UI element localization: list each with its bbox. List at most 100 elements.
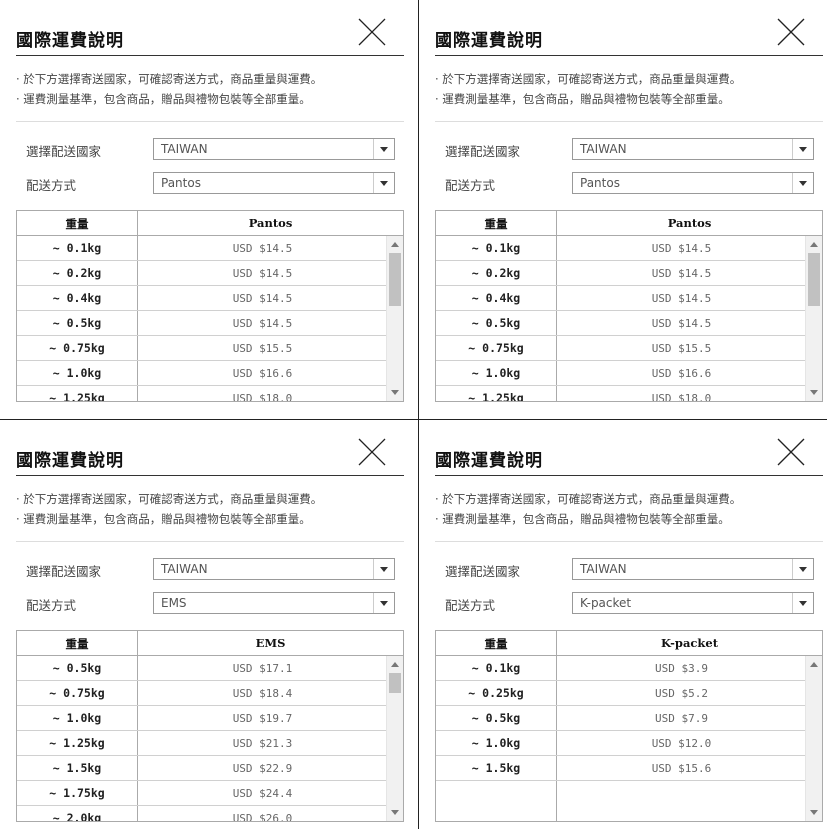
country-select-value: TAIWAN	[161, 562, 208, 576]
note-line: · 於下方選擇寄送國家，可確認寄送方式，商品重量與運費。	[435, 492, 742, 506]
shipping-notes: · 於下方選擇寄送國家，可確認寄送方式，商品重量與運費。 · 運費測量基準，包含…	[435, 489, 741, 529]
title-divider	[16, 475, 404, 476]
rate-table: 重量 EMS ~ 0.5kg USD $17.1 ~ 0.75kg USD $1…	[16, 630, 404, 822]
method-select[interactable]: Pantos	[153, 172, 395, 194]
weight-column-header: 重量	[484, 637, 508, 651]
weight-cell: ~ 0.5kg	[471, 711, 521, 725]
title-divider	[435, 475, 823, 476]
country-select[interactable]: TAIWAN	[153, 138, 395, 160]
title-divider	[435, 55, 823, 56]
price-column-header: Pantos	[248, 216, 293, 230]
section-divider	[435, 121, 823, 122]
note-line: · 於下方選擇寄送國家，可確認寄送方式，商品重量與運費。	[16, 492, 323, 506]
price-cell: USD $26.0	[232, 812, 293, 822]
weight-cell: ~ 1.25kg	[468, 391, 524, 402]
country-select[interactable]: TAIWAN	[572, 558, 814, 580]
price-cell: USD $14.5	[232, 242, 293, 255]
scroll-down-icon[interactable]	[391, 390, 399, 395]
section-divider	[16, 121, 404, 122]
weight-cell: ~ 1.0kg	[52, 711, 102, 725]
price-cell: USD $14.5	[232, 267, 293, 280]
scrollbar-thumb[interactable]	[389, 673, 401, 693]
price-cell: USD $5.2	[655, 687, 708, 700]
close-icon	[358, 18, 386, 46]
close-button[interactable]	[356, 16, 388, 48]
weight-cell: ~ 0.5kg	[52, 316, 102, 330]
price-cell: USD $24.4	[232, 787, 293, 800]
table-row: ~ 0.5kg USD $14.5	[17, 311, 387, 336]
table-row: ~ 0.5kg USD $17.1	[17, 656, 387, 681]
country-select[interactable]: TAIWAN	[153, 558, 395, 580]
method-select-value: EMS	[161, 596, 187, 610]
price-column-header: K-packet	[660, 636, 719, 650]
table-row: ~ 0.75kg USD $15.5	[436, 336, 806, 361]
close-button[interactable]	[775, 16, 807, 48]
weight-cell: ~ 1.0kg	[52, 366, 102, 380]
table-row: ~ 1.75kg USD $24.4	[17, 781, 387, 806]
table-row: ~ 0.4kg USD $14.5	[17, 286, 387, 311]
scroll-up-icon[interactable]	[391, 242, 399, 247]
table-scrollbar[interactable]	[386, 656, 403, 821]
country-select[interactable]: TAIWAN	[572, 138, 814, 160]
section-divider	[16, 541, 404, 542]
weight-cell: ~ 0.5kg	[471, 316, 521, 330]
price-cell: USD $21.3	[232, 737, 293, 750]
method-label: 配送方式	[26, 178, 77, 193]
close-button[interactable]	[775, 436, 807, 468]
price-cell: USD $14.5	[651, 317, 712, 330]
scroll-down-icon[interactable]	[810, 390, 818, 395]
table-scrollbar[interactable]	[805, 236, 822, 401]
weight-cell: ~ 1.5kg	[471, 761, 521, 775]
weight-cell: ~ 0.1kg	[471, 661, 521, 675]
close-button[interactable]	[356, 436, 388, 468]
scroll-up-icon[interactable]	[810, 242, 818, 247]
scroll-up-icon[interactable]	[391, 662, 399, 667]
weight-cell: ~ 0.5kg	[52, 661, 102, 675]
weight-cell: ~ 1.0kg	[471, 366, 521, 380]
chevron-down-icon	[373, 559, 394, 579]
scroll-down-icon[interactable]	[391, 810, 399, 815]
shipping-info-panel: 國際運費說明 · 於下方選擇寄送國家，可確認寄送方式，商品重量與運費。 · 運費…	[419, 420, 827, 839]
scrollbar-thumb[interactable]	[808, 253, 820, 306]
rate-table: 重量 Pantos ~ 0.1kg USD $14.5 ~ 0.2kg USD …	[435, 210, 823, 402]
weight-cell: ~ 0.75kg	[49, 341, 105, 355]
price-cell: USD $15.5	[232, 342, 293, 355]
table-row: ~ 0.25kg USD $5.2	[436, 681, 806, 706]
price-cell: USD $17.1	[232, 662, 293, 675]
price-cell: USD $14.5	[651, 292, 712, 305]
note-line: · 於下方選擇寄送國家，可確認寄送方式，商品重量與運費。	[435, 72, 742, 86]
scrollbar-thumb[interactable]	[389, 253, 401, 306]
country-select-value: TAIWAN	[580, 562, 627, 576]
table-row: ~ 1.0kg USD $12.0	[436, 731, 806, 756]
table-scrollbar[interactable]	[805, 656, 822, 821]
country-label: 選擇配送國家	[26, 564, 102, 579]
note-line: · 運費測量基準，包含商品，贈品與禮物包裝等全部重量。	[435, 512, 730, 526]
table-header: 重量 K-packet	[436, 631, 822, 656]
table-row: ~ 1.0kg USD $16.6	[436, 361, 806, 386]
panel-title: 國際運費說明	[16, 31, 124, 51]
price-cell: USD $14.5	[232, 292, 293, 305]
shipping-info-panel: 國際運費說明 · 於下方選擇寄送國家，可確認寄送方式，商品重量與運費。 · 運費…	[419, 0, 827, 419]
price-cell: USD $15.6	[651, 762, 712, 775]
note-line: · 運費測量基準，包含商品，贈品與禮物包裝等全部重量。	[16, 512, 311, 526]
scroll-up-icon[interactable]	[810, 662, 818, 667]
table-header: 重量 Pantos	[436, 211, 822, 236]
weight-cell: ~ 1.25kg	[49, 736, 105, 750]
scroll-down-icon[interactable]	[810, 810, 818, 815]
method-select-value: K-packet	[580, 596, 632, 610]
table-scrollbar[interactable]	[386, 236, 403, 401]
weight-cell: ~ 0.1kg	[52, 241, 102, 255]
method-select[interactable]: Pantos	[572, 172, 814, 194]
method-select[interactable]: EMS	[153, 592, 395, 614]
price-cell: USD $14.5	[651, 242, 712, 255]
weight-column-header: 重量	[65, 217, 89, 231]
table-row: ~ 1.25kg USD $18.0	[436, 386, 806, 402]
title-divider	[16, 55, 404, 56]
shipping-notes: · 於下方選擇寄送國家，可確認寄送方式，商品重量與運費。 · 運費測量基準，包含…	[16, 69, 322, 109]
weight-cell: ~ 0.75kg	[468, 341, 524, 355]
price-cell: USD $14.5	[232, 317, 293, 330]
weight-column-header: 重量	[65, 637, 89, 651]
method-select[interactable]: K-packet	[572, 592, 814, 614]
chevron-down-icon	[373, 593, 394, 613]
price-cell: USD $14.5	[651, 267, 712, 280]
